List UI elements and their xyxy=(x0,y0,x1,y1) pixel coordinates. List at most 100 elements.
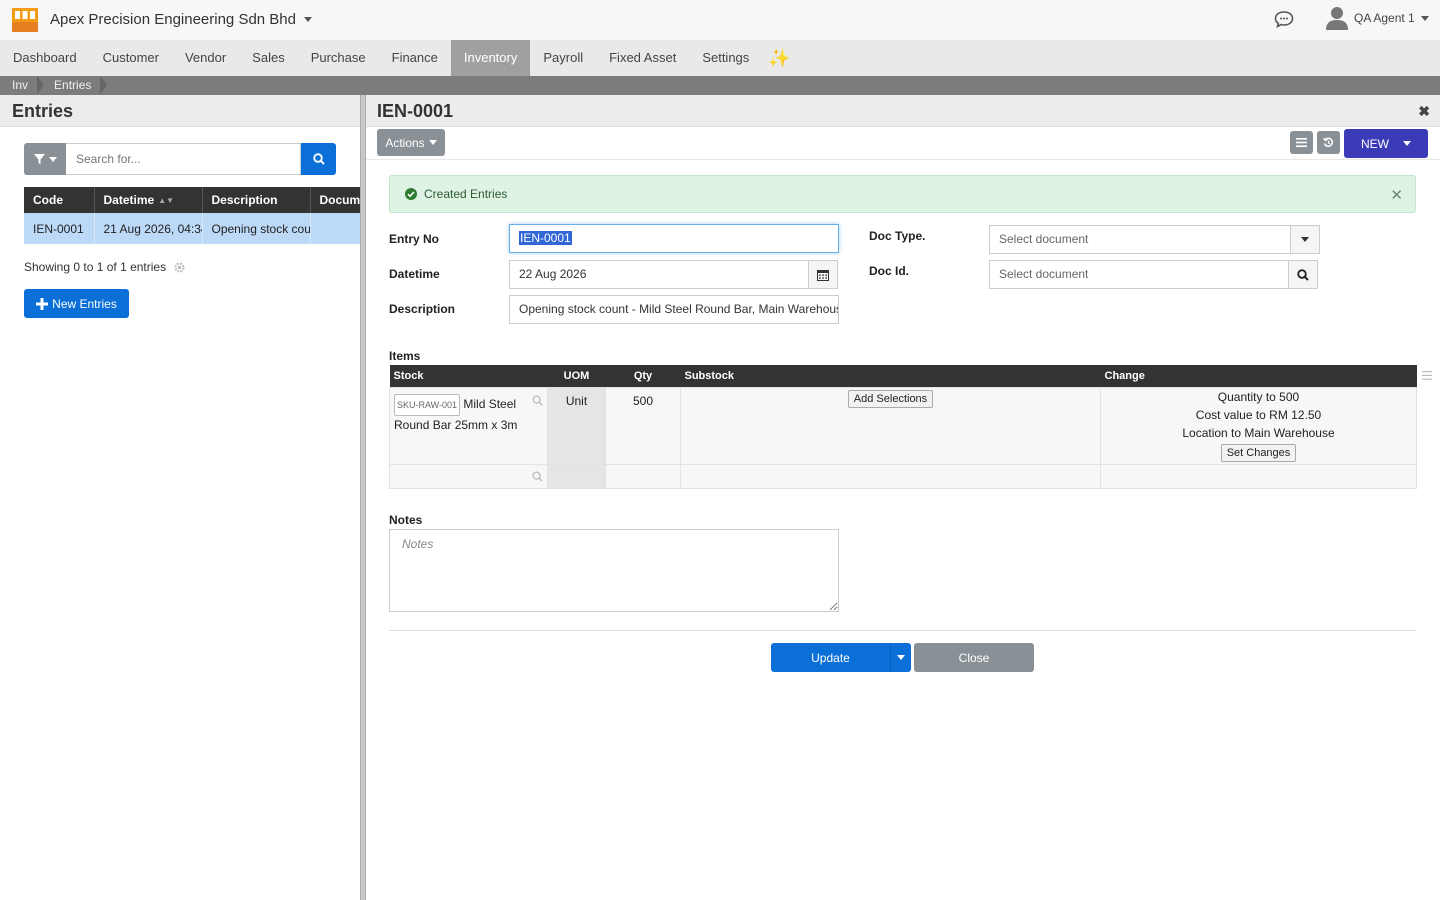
add-selections-button[interactable]: Add Selections xyxy=(847,389,934,408)
cell-datetime[interactable]: 21 Aug 2026, 04:34 xyxy=(94,213,203,244)
stock-name-line1: Mild Steel xyxy=(463,396,517,411)
nav-sales[interactable]: Sales xyxy=(239,40,298,76)
new-substock-cell xyxy=(680,463,1101,489)
cell-code[interactable]: IEN-0001 xyxy=(24,213,95,244)
doc-type-select[interactable]: Select document xyxy=(989,225,1291,254)
nav-vendor[interactable]: Vendor xyxy=(172,40,239,76)
stock-name-line2: Round Bar 25mm x 3m xyxy=(394,417,518,432)
calendar-button[interactable] xyxy=(808,260,838,289)
nav-customer[interactable]: Customer xyxy=(90,40,172,76)
list-icon xyxy=(1296,138,1307,147)
calendar-icon xyxy=(817,269,829,281)
entry-no-field[interactable]: IEN-0001 xyxy=(509,224,839,253)
update-button[interactable]: Update xyxy=(771,643,890,672)
detail-panel-header: IEN-0001 ✖ xyxy=(366,95,1440,127)
plus-icon xyxy=(36,297,49,310)
sku-badge: SKU-RAW-001 xyxy=(394,393,461,416)
update-dropdown-button[interactable] xyxy=(890,643,911,672)
set-changes-button[interactable]: Set Changes xyxy=(1220,443,1297,462)
search-icon[interactable] xyxy=(532,470,543,482)
chevron-down-icon xyxy=(48,156,57,162)
new-dropdown-button[interactable]: NEW xyxy=(1344,129,1428,158)
column-label: Description xyxy=(211,193,278,207)
actions-label: Actions xyxy=(385,135,425,150)
breadcrumb-inv[interactable]: Inv xyxy=(0,76,45,95)
nav-dashboard[interactable]: Dashboard xyxy=(0,40,90,76)
close-button[interactable]: Close xyxy=(914,643,1034,672)
doc-type-label: Doc Type. xyxy=(869,229,926,243)
chevron-down-icon xyxy=(428,140,437,145)
alert-message: Created Entries xyxy=(424,187,508,201)
sparkle-icon[interactable]: ✨ xyxy=(762,40,796,76)
search-icon xyxy=(312,153,325,165)
stock-cell[interactable]: SKU-RAW-001 Mild Steel Round Bar 25mm x … xyxy=(389,386,548,465)
entry-no-value: IEN-0001 xyxy=(519,231,572,245)
actions-dropdown-button[interactable]: Actions xyxy=(377,129,445,156)
doc-id-field[interactable]: Select document xyxy=(989,260,1289,289)
column-header-code[interactable]: Code xyxy=(24,187,95,213)
entry-no-label: Entry No xyxy=(389,232,440,246)
nav-fixed-asset[interactable]: Fixed Asset xyxy=(596,40,689,76)
filter-button[interactable] xyxy=(24,143,66,175)
column-header-qty: Qty xyxy=(605,365,681,387)
new-qty-cell[interactable] xyxy=(605,463,681,489)
cell-description[interactable]: Opening stock count xyxy=(202,213,311,244)
search-icon xyxy=(1297,268,1309,281)
user-menu[interactable]: QA Agent 1 xyxy=(1326,6,1429,30)
nav-settings[interactable]: Settings xyxy=(689,40,762,76)
column-header-substock: Substock xyxy=(680,365,1101,387)
search-icon[interactable] xyxy=(532,394,543,406)
settings-gear-icon[interactable] xyxy=(174,262,185,273)
nav-inventory[interactable]: Inventory xyxy=(450,40,531,76)
doc-type-dropdown-button[interactable] xyxy=(1290,225,1320,254)
column-header-document[interactable]: Docum xyxy=(310,187,361,213)
chat-icon[interactable] xyxy=(1274,10,1294,28)
datetime-field[interactable]: 22 Aug 2026 xyxy=(509,260,809,289)
nav-payroll[interactable]: Payroll xyxy=(530,40,596,76)
list-view-button[interactable] xyxy=(1290,131,1313,154)
column-header-uom: UOM xyxy=(547,365,606,387)
form-divider xyxy=(389,630,1416,631)
check-circle-icon xyxy=(405,188,417,200)
company-switcher[interactable]: Apex Precision Engineering Sdn Bhd xyxy=(50,11,312,28)
column-header-datetime[interactable]: Datetime ▲▼ xyxy=(94,187,203,213)
entry-detail-panel: IEN-0001 ✖ Actions NEW Created Entries ✕… xyxy=(366,95,1440,900)
new-entries-label: New Entries xyxy=(52,296,117,311)
search-input[interactable] xyxy=(66,143,301,175)
column-label: Docum xyxy=(319,193,360,207)
nav-finance[interactable]: Finance xyxy=(379,40,451,76)
table-menu-icon[interactable] xyxy=(1422,371,1432,380)
breadcrumb-entries[interactable]: Entries xyxy=(42,76,108,95)
filter-icon xyxy=(33,153,45,164)
doc-id-label: Doc Id. xyxy=(869,264,910,278)
list-panel-title: Entries xyxy=(0,95,360,127)
doc-id-search-button[interactable] xyxy=(1288,260,1318,289)
doc-type-placeholder: Select document xyxy=(999,232,1089,246)
entries-list-panel: Entries Code Datetime▲▼ Description Docu… xyxy=(0,95,361,900)
table-row-empty xyxy=(389,463,1417,489)
cell-document[interactable] xyxy=(310,213,361,244)
column-header-change: Change xyxy=(1100,365,1417,387)
notes-textarea[interactable] xyxy=(389,529,839,612)
new-entries-button[interactable]: New Entries xyxy=(24,289,129,318)
items-table: Stock UOM Qty Substock Change SKU-RAW-00… xyxy=(389,365,1417,489)
search-button[interactable] xyxy=(301,143,336,175)
qty-cell[interactable]: 500 xyxy=(605,386,681,465)
close-icon[interactable]: ✖ xyxy=(1418,95,1430,127)
new-uom-cell[interactable] xyxy=(547,463,606,489)
description-label: Description xyxy=(389,302,456,316)
history-icon xyxy=(1323,137,1334,147)
column-header-description[interactable]: Description xyxy=(202,187,311,213)
description-field[interactable]: Opening stock count - Mild Steel Round B… xyxy=(509,295,839,324)
history-button[interactable] xyxy=(1317,131,1340,154)
user-name: QA Agent 1 xyxy=(1354,11,1415,25)
new-stock-cell[interactable] xyxy=(389,463,548,489)
table-row[interactable]: IEN-0001 21 Aug 2026, 04:34 Opening stoc… xyxy=(24,213,361,244)
detail-title: IEN-0001 xyxy=(377,101,454,121)
alert-close-icon[interactable]: ✕ xyxy=(1390,186,1403,204)
nav-purchase[interactable]: Purchase xyxy=(298,40,379,76)
sort-icon: ▲▼ xyxy=(158,196,175,206)
uom-cell[interactable]: Unit xyxy=(547,386,606,465)
app-logo-icon[interactable] xyxy=(12,8,38,32)
chevron-down-icon xyxy=(1403,141,1411,146)
